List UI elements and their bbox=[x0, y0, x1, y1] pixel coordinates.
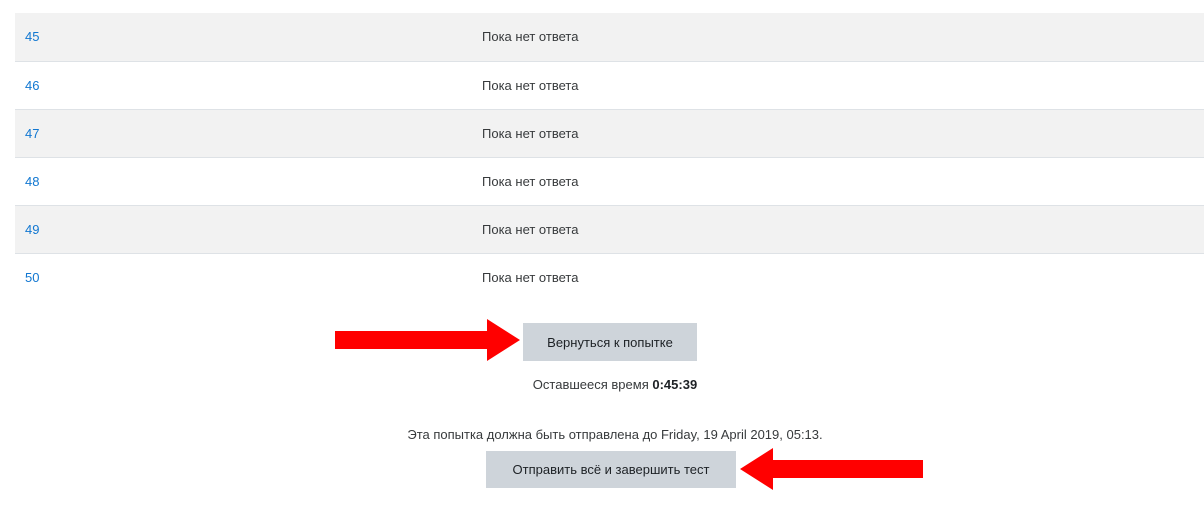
table-row: 46 Пока нет ответа bbox=[15, 60, 1204, 109]
time-left-label: Оставшееся время bbox=[532, 377, 649, 392]
red-arrow-right-icon bbox=[335, 319, 520, 361]
question-number-cell: 47 bbox=[15, 108, 175, 157]
table-row: 45 Пока нет ответа bbox=[15, 13, 1204, 61]
question-status: Пока нет ответа bbox=[175, 108, 1204, 157]
question-link[interactable]: 47 bbox=[25, 126, 39, 141]
question-number-cell: 49 bbox=[15, 204, 175, 253]
time-left: Оставшееся время 0:45:39 bbox=[0, 377, 1204, 392]
question-link[interactable]: 48 bbox=[25, 174, 39, 189]
table-row: 49 Пока нет ответа bbox=[15, 204, 1204, 253]
table-row: 50 Пока нет ответа bbox=[15, 252, 1204, 301]
question-number-cell: 45 bbox=[15, 13, 175, 61]
question-status: Пока нет ответа bbox=[175, 204, 1204, 253]
question-number-cell: 46 bbox=[15, 60, 175, 109]
question-status: Пока нет ответа bbox=[175, 156, 1204, 205]
table-row: 47 Пока нет ответа bbox=[15, 108, 1204, 157]
submit-all-and-finish-button[interactable]: Отправить всё и завершить тест bbox=[486, 451, 736, 488]
due-date-notice: Эта попытка должна быть отправлена до Fr… bbox=[407, 427, 823, 442]
quiz-summary-table: 45 Пока нет ответа 46 Пока нет ответа 47… bbox=[15, 13, 1204, 301]
question-link[interactable]: 49 bbox=[25, 222, 39, 237]
return-to-attempt-button[interactable]: Вернуться к попытке bbox=[523, 323, 697, 361]
question-number-cell: 50 bbox=[15, 252, 175, 301]
question-number-cell: 48 bbox=[15, 156, 175, 205]
red-arrow-left-icon bbox=[740, 448, 923, 490]
table-row: 48 Пока нет ответа bbox=[15, 156, 1204, 205]
time-left-value: 0:45:39 bbox=[652, 377, 698, 392]
question-link[interactable]: 50 bbox=[25, 270, 39, 285]
question-status: Пока нет ответа bbox=[482, 29, 579, 45]
question-link[interactable]: 45 bbox=[25, 29, 39, 44]
question-status: Пока нет ответа bbox=[175, 252, 1204, 301]
question-status: Пока нет ответа bbox=[175, 60, 1204, 109]
question-link[interactable]: 46 bbox=[25, 78, 39, 93]
